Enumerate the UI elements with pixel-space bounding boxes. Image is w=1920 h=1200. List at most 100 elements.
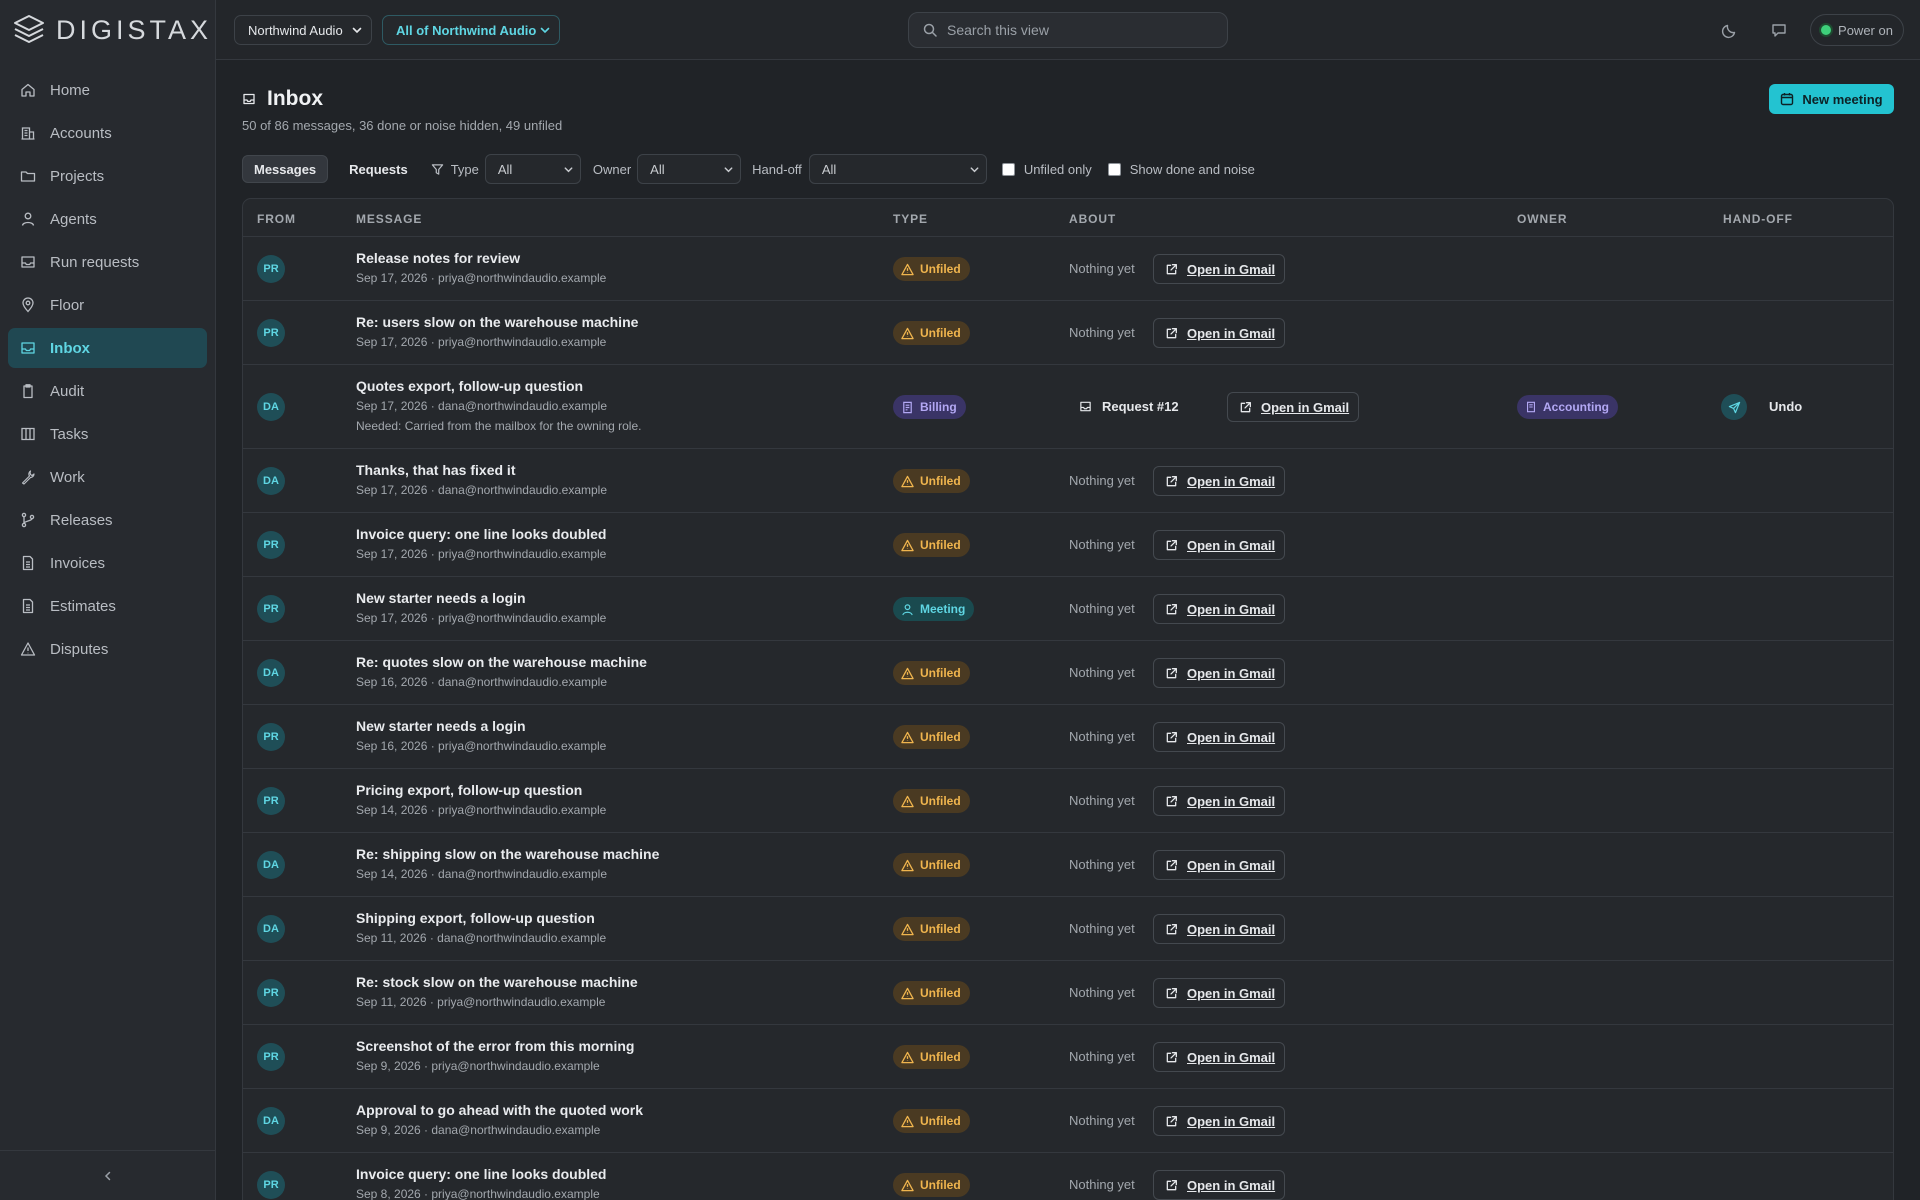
table-row[interactable]: PR Release notes for review Sep 17, 2026 ·… <box>243 237 1893 301</box>
external-link-icon <box>1166 987 1177 998</box>
open-in-gmail-button[interactable]: Open in Gmail <box>1153 786 1286 816</box>
message-subject[interactable]: Re: shipping slow on the warehouse machi… <box>356 846 659 862</box>
sidebar-item-inbox[interactable]: Inbox <box>8 328 207 368</box>
moon-icon[interactable] <box>1720 20 1740 40</box>
table-row[interactable]: PR Screenshot of the error from this morn… <box>243 1025 1893 1089</box>
sidebar-item-tasks[interactable]: Tasks <box>8 414 207 454</box>
open-in-gmail-button[interactable]: Open in Gmail <box>1153 1106 1286 1136</box>
open-in-gmail-button[interactable]: Open in Gmail <box>1153 254 1286 284</box>
receipt-icon <box>1527 401 1535 413</box>
open-in-gmail-button[interactable]: Open in Gmail <box>1153 658 1286 688</box>
request-link[interactable]: Request #12 <box>1079 399 1179 414</box>
about-empty: Nothing yet <box>1069 1113 1135 1128</box>
owner-filter-select[interactable]: All <box>637 154 742 184</box>
sidebar-item-disputes[interactable]: Disputes <box>8 629 207 669</box>
table-row[interactable]: PR New starter needs a login Sep 16, 2026 … <box>243 705 1893 769</box>
sidebar-item-audit[interactable]: Audit <box>8 371 207 411</box>
message-subject[interactable]: Invoice query: one line looks doubled <box>356 1166 606 1182</box>
message-subject[interactable]: Thanks, that has fixed it <box>356 462 607 478</box>
message-subject[interactable]: Approval to go ahead with the quoted wor… <box>356 1102 643 1118</box>
table-row[interactable]: PR Pricing export, follow-up question Sep … <box>243 769 1893 833</box>
message-subject[interactable]: Quotes export, follow-up question <box>356 378 641 394</box>
table-row[interactable]: DA Re: shipping slow on the warehouse mac… <box>243 833 1893 897</box>
open-in-gmail-button[interactable]: Open in Gmail <box>1153 1042 1286 1072</box>
open-in-gmail-button[interactable]: Open in Gmail <box>1153 722 1286 752</box>
message-subject[interactable]: Invoice query: one line looks doubled <box>356 526 606 542</box>
type-badge-label: Unfiled <box>920 922 961 936</box>
chat-icon[interactable] <box>1769 20 1789 40</box>
collapse-sidebar-button[interactable] <box>0 1150 216 1200</box>
sidebar-item-work[interactable]: Work <box>8 457 207 497</box>
scope-select[interactable]: All of Northwind Audio <box>382 15 560 45</box>
sidebar-item-projects[interactable]: Projects <box>8 156 207 196</box>
sidebar-item-releases[interactable]: Releases <box>8 500 207 540</box>
avatar: DA <box>257 659 285 687</box>
table-row[interactable]: DA Quotes export, follow-up question Sep 1… <box>243 365 1893 449</box>
sidebar-item-home[interactable]: Home <box>8 70 207 110</box>
pin-icon <box>20 297 36 313</box>
undo-handoff-button[interactable]: Undo <box>1769 399 1802 414</box>
search-input[interactable]: Search this view <box>908 12 1228 48</box>
message-subject[interactable]: Screenshot of the error from this mornin… <box>356 1038 634 1054</box>
table-row[interactable]: PR Re: users slow on the warehouse machin… <box>243 301 1893 365</box>
message-subject[interactable]: Re: users slow on the warehouse machine <box>356 314 638 330</box>
about-empty: Nothing yet <box>1069 537 1135 552</box>
new-meeting-button[interactable]: New meeting <box>1769 84 1894 114</box>
inbox-icon <box>20 254 36 270</box>
messages-table: FROM MESSAGE TYPE ABOUT OWNER HAND-OFF P… <box>242 198 1894 1200</box>
open-in-gmail-label: Open in Gmail <box>1187 729 1276 745</box>
search-placeholder: Search this view <box>947 22 1049 38</box>
table-row[interactable]: DA Re: quotes slow on the warehouse machi… <box>243 641 1893 705</box>
open-in-gmail-button[interactable]: Open in Gmail <box>1153 318 1286 348</box>
sidebar-item-invoices[interactable]: Invoices <box>8 543 207 583</box>
message-subject[interactable]: Release notes for review <box>356 250 606 266</box>
logo[interactable]: DIGISTAX <box>0 0 215 60</box>
sidebar-item-run-requests[interactable]: Run requests <box>8 242 207 282</box>
type-badge: Unfiled <box>893 789 970 813</box>
avatar: DA <box>257 915 285 943</box>
tab-requests[interactable]: Requests <box>338 155 419 183</box>
message-meta: Sep 17, 2026 · priya@northwindaudio.exam… <box>356 271 607 285</box>
handoff-filter-label: Hand-off <box>752 161 802 177</box>
table-row[interactable]: DA Approval to go ahead with the quoted w… <box>243 1089 1893 1153</box>
open-in-gmail-button[interactable]: Open in Gmail <box>1153 530 1286 560</box>
open-in-gmail-button[interactable]: Open in Gmail <box>1153 914 1286 944</box>
message-subject[interactable]: Pricing export, follow-up question <box>356 782 606 798</box>
table-row[interactable]: PR Re: stock slow on the warehouse machin… <box>243 961 1893 1025</box>
message-subject[interactable]: Re: stock slow on the warehouse machine <box>356 974 638 990</box>
show-done-checkbox[interactable] <box>1107 162 1121 176</box>
table-row[interactable]: PR New starter needs a login Sep 17, 2026 … <box>243 577 1893 641</box>
message-subject[interactable]: Re: quotes slow on the warehouse machine <box>356 654 647 670</box>
handoff-filter-select[interactable]: All <box>808 154 987 184</box>
sidebar-item-estimates[interactable]: Estimates <box>8 586 207 626</box>
warning-icon <box>901 987 914 999</box>
warning-icon <box>901 327 914 339</box>
table-header: FROM MESSAGE TYPE ABOUT OWNER HAND-OFF <box>243 199 1893 237</box>
open-in-gmail-button[interactable]: Open in Gmail <box>1153 466 1286 496</box>
type-badge: Billing <box>893 395 966 419</box>
message-subject[interactable]: Shipping export, follow-up question <box>356 910 606 926</box>
type-filter-select[interactable]: All <box>484 154 581 184</box>
table-row[interactable]: DA Shipping export, follow-up question Sep… <box>243 897 1893 961</box>
table-row[interactable]: DA Thanks, that has fixed it Sep 17, 2026 … <box>243 449 1893 513</box>
open-in-gmail-button[interactable]: Open in Gmail <box>1153 594 1286 624</box>
message-meta: Sep 9, 2026 · dana@northwindaudio.exampl… <box>356 1123 601 1137</box>
request-label: Request #12 <box>1102 399 1179 414</box>
sidebar-item-accounts[interactable]: Accounts <box>8 113 207 153</box>
open-in-gmail-button[interactable]: Open in Gmail <box>1153 978 1286 1008</box>
table-row[interactable]: PR Invoice query: one line looks doubled S… <box>243 513 1893 577</box>
power-toggle[interactable]: Power on <box>1810 14 1904 46</box>
table-row[interactable]: PR Invoice query: one line looks doubled S… <box>243 1153 1893 1200</box>
open-in-gmail-button[interactable]: Open in Gmail <box>1153 850 1286 880</box>
sidebar-item-agents[interactable]: Agents <box>8 199 207 239</box>
open-in-gmail-button[interactable]: Open in Gmail <box>1227 392 1360 422</box>
message-meta: Sep 17, 2026 · priya@northwindaudio.exam… <box>356 611 607 625</box>
unfiled-only-checkbox[interactable] <box>1001 162 1015 176</box>
tab-messages[interactable]: Messages <box>242 155 329 183</box>
sidebar-item-floor[interactable]: Floor <box>8 285 207 325</box>
owner-badge: Accounting <box>1517 395 1618 419</box>
org-select[interactable]: Northwind Audio <box>234 15 372 45</box>
message-subject[interactable]: New starter needs a login <box>356 718 606 734</box>
open-in-gmail-button[interactable]: Open in Gmail <box>1153 1170 1286 1200</box>
message-subject[interactable]: New starter needs a login <box>356 590 606 606</box>
